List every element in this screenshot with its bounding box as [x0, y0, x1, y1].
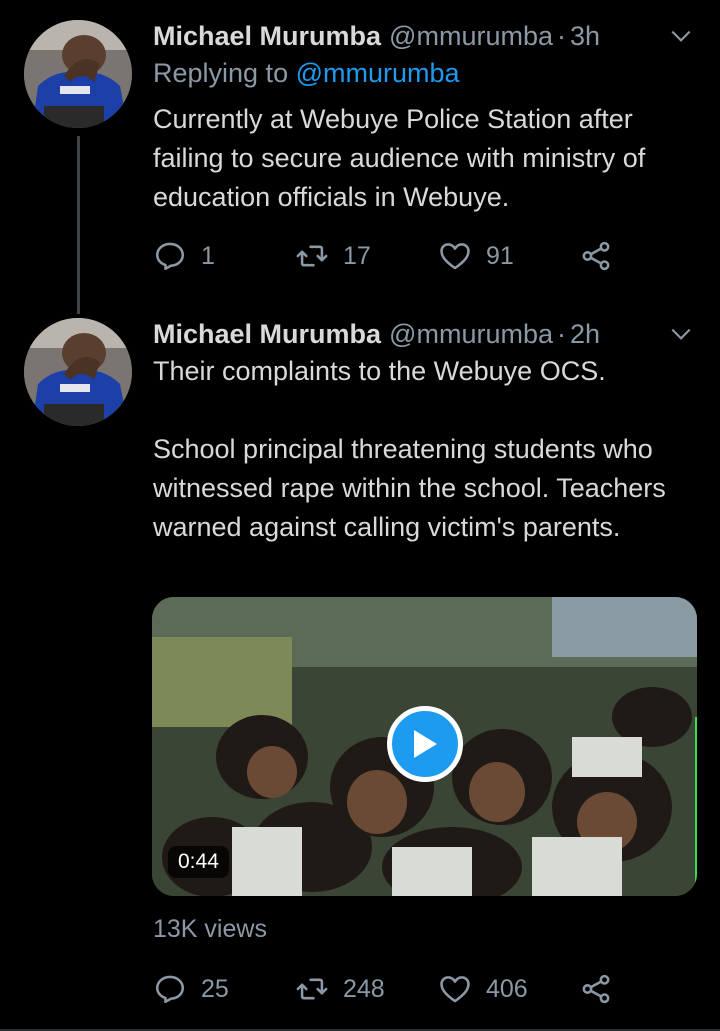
reply-button[interactable]: 25 — [153, 969, 229, 1009]
like-icon — [440, 243, 470, 270]
reply-count: 25 — [201, 974, 229, 1003]
separator-dot: · — [557, 20, 566, 51]
replying-to: Replying to @mmurumba — [153, 58, 460, 89]
retweet-count: 248 — [343, 974, 385, 1003]
action-bar: 1 17 91 — [153, 236, 623, 276]
chevron-down-icon[interactable] — [668, 23, 694, 49]
like-button[interactable]: 91 — [438, 236, 514, 276]
retweet-button[interactable]: 248 — [295, 969, 385, 1009]
like-count: 406 — [486, 974, 528, 1003]
like-icon — [440, 976, 470, 1003]
separator-dot: · — [557, 318, 566, 349]
tweet-1[interactable]: Michael Murumba @mmurumba · 3h Replying … — [0, 16, 720, 306]
chevron-down-icon[interactable] — [668, 321, 694, 347]
reply-button[interactable]: 1 — [153, 236, 215, 276]
tweet-timestamp[interactable]: 2h — [570, 319, 600, 350]
avatar[interactable] — [24, 318, 132, 426]
play-icon — [414, 730, 437, 758]
share-button[interactable] — [579, 969, 627, 1009]
retweet-icon — [296, 245, 328, 267]
author-name[interactable]: Michael Murumba — [153, 319, 381, 350]
retweet-count: 17 — [343, 241, 371, 270]
retweet-button[interactable]: 17 — [295, 236, 371, 276]
share-button[interactable] — [579, 236, 627, 276]
tweet-text: Currently at Webuye Police Station after… — [153, 104, 646, 212]
avatar[interactable] — [24, 20, 132, 128]
author-handle[interactable]: @mmurumba — [389, 319, 553, 350]
tweet-timestamp[interactable]: 3h — [570, 21, 600, 52]
share-icon — [582, 241, 610, 271]
replying-to-prefix: Replying to — [153, 58, 296, 88]
tweet-text: Their complaints to the Webuye OCS. Scho… — [153, 356, 666, 542]
reply-count: 1 — [201, 241, 215, 270]
view-count: 13K views — [153, 915, 267, 943]
tweet-header: Michael Murumba @mmurumba · 2h — [153, 314, 600, 354]
share-icon — [582, 974, 610, 1004]
action-bar: 25 248 406 — [153, 969, 623, 1009]
like-count: 91 — [486, 241, 514, 270]
author-handle[interactable]: @mmurumba — [389, 21, 553, 52]
tweet-header: Michael Murumba @mmurumba · 3h — [153, 16, 600, 56]
retweet-icon — [296, 978, 328, 1000]
play-button[interactable] — [387, 706, 463, 782]
author-name[interactable]: Michael Murumba — [153, 21, 381, 52]
video-duration: 0:44 — [168, 846, 229, 878]
replying-to-mention[interactable]: @mmurumba — [296, 58, 460, 88]
like-button[interactable]: 406 — [438, 969, 528, 1009]
video-player[interactable]: 0:44 — [152, 597, 697, 896]
reply-icon — [155, 242, 185, 271]
reply-icon — [155, 975, 185, 1004]
